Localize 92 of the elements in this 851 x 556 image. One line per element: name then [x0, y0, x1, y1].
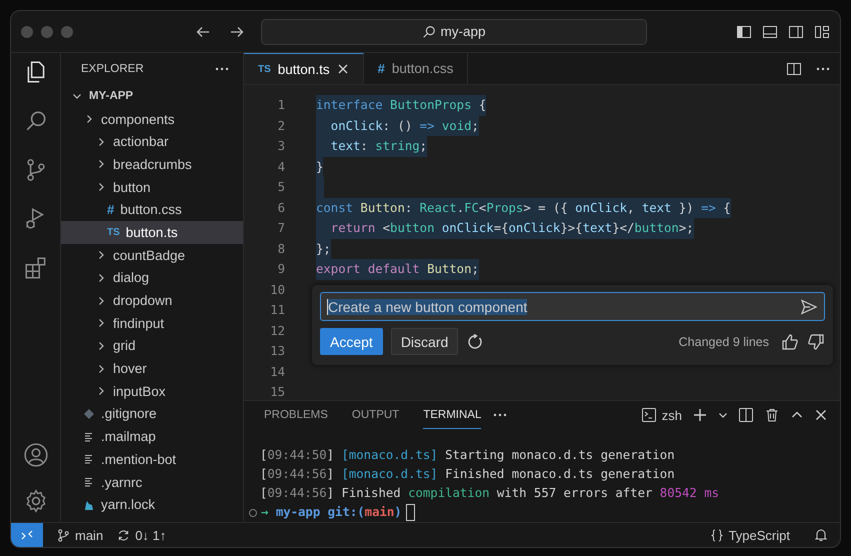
panel-tab[interactable]: TERMINAL	[423, 401, 482, 429]
remote-indicator[interactable]	[11, 523, 43, 547]
line-number: 5	[276, 179, 285, 196]
prompt-input-field[interactable]: Create a new button component	[320, 292, 825, 321]
folder-item[interactable]: countBadge	[61, 244, 243, 266]
line-number: 6	[276, 200, 285, 216]
toggle-secondary-sidebar-icon[interactable]	[788, 24, 804, 40]
line-number: 2	[276, 118, 285, 134]
file-item[interactable]: .yarnrc	[61, 470, 243, 494]
close-icon[interactable]	[336, 63, 349, 75]
editor-tab[interactable]: # button.css	[364, 53, 468, 84]
file-item[interactable]: TS button.ts	[61, 221, 243, 244]
bell-icon[interactable]	[814, 528, 828, 542]
panel-tab[interactable]: PROBLEMS	[264, 401, 328, 429]
plus-icon[interactable]	[692, 407, 708, 423]
line-number: 10	[269, 282, 285, 298]
regenerate-icon[interactable]	[466, 332, 484, 350]
folder-item[interactable]: dropdown	[61, 289, 243, 312]
toggle-sidebar-icon[interactable]	[736, 24, 752, 40]
sync-icon	[117, 528, 130, 542]
editor-tab[interactable]: TS button.ts	[244, 53, 364, 84]
folder-item[interactable]: findinput	[61, 312, 243, 335]
terminal-line: [09:44:50] [monaco.d.ts] Starting monaco.d.ts generation	[259, 447, 676, 464]
file-item[interactable]: .mention-bot	[61, 448, 243, 471]
line-number: 12	[269, 322, 285, 340]
text-lines-icon	[83, 476, 95, 488]
hash-icon: #	[378, 61, 385, 76]
account-icon[interactable]	[22, 442, 48, 468]
change-summary: Changed 9 lines	[678, 334, 769, 348]
trash-icon[interactable]	[764, 407, 780, 423]
terminal-cursor	[406, 504, 415, 521]
folder-item[interactable]: breadcrumbs	[61, 153, 243, 176]
terminal-icon	[640, 407, 657, 423]
folder-item[interactable]: inputBox	[61, 380, 243, 403]
folder-item[interactable]: hover	[61, 357, 243, 380]
line-number: 13	[269, 343, 285, 360]
customize-layout-icon[interactable]	[814, 24, 830, 40]
line-number: 11	[269, 302, 285, 319]
workspace-folder[interactable]: MY-APP	[61, 85, 243, 108]
ts-icon: TS	[107, 226, 120, 238]
branch-indicator[interactable]: main	[57, 528, 104, 542]
prompt-status-icon	[249, 508, 257, 516]
file-item[interactable]: # button.css	[61, 198, 243, 222]
ts-icon: TS	[258, 64, 271, 74]
hash-icon: #	[107, 202, 114, 218]
sync-indicator[interactable]: 0↓ 1↑	[117, 528, 166, 542]
terminal-line: [09:44:56] Finished compilation with 557 errors after 80542 ms	[259, 485, 720, 502]
file-item[interactable]: .mailmap	[61, 425, 243, 448]
language-mode[interactable]: TypeScript	[710, 528, 790, 542]
remote-icon	[21, 529, 33, 541]
extensions-icon[interactable]	[22, 255, 48, 281]
folder-item[interactable]: button	[61, 176, 243, 198]
more-actions-icon[interactable]	[215, 67, 229, 71]
file-item[interactable]: yarn.lock	[61, 493, 243, 516]
folder-item[interactable]: components	[61, 108, 243, 130]
cat-icon	[83, 498, 95, 511]
diamond-icon	[83, 408, 95, 420]
thumbs-down-icon[interactable]	[807, 332, 825, 350]
braces-icon	[710, 528, 724, 542]
chevron-down-icon[interactable]	[718, 410, 728, 420]
line-number: 14	[269, 364, 285, 380]
explorer-title: EXPLORER	[81, 63, 144, 75]
line-number: 4	[276, 158, 285, 176]
folder-item[interactable]: actionbar	[61, 130, 243, 154]
line-number: 15	[269, 384, 285, 400]
panel-tab[interactable]: OUTPUT	[352, 401, 400, 429]
folder-item[interactable]: grid	[61, 334, 243, 358]
line-number: 8	[276, 240, 285, 258]
line-number: 7	[276, 220, 285, 237]
discard-button[interactable]: Discard	[390, 328, 458, 355]
close-icon[interactable]	[814, 408, 828, 422]
send-icon[interactable]	[800, 298, 818, 316]
terminal-shell-selector[interactable]: zsh	[640, 407, 682, 423]
text-lines-icon	[83, 453, 95, 466]
line-number: 3	[276, 138, 285, 155]
more-actions-icon[interactable]	[493, 413, 508, 417]
line-number: 9	[276, 261, 285, 278]
text-lines-icon	[83, 430, 95, 443]
accept-button[interactable]: Accept	[320, 328, 383, 355]
thumbs-up-icon[interactable]	[781, 332, 799, 350]
split-terminal-icon[interactable]	[738, 407, 754, 423]
line-number: 1	[276, 97, 285, 114]
terminal-line: [09:44:56] [monaco.d.ts] Finished monaco.d.ts generation	[259, 466, 676, 483]
command-center-search[interactable]: my-app	[261, 18, 647, 44]
toggle-panel-icon[interactable]	[762, 24, 778, 40]
search-icon	[422, 24, 436, 38]
branch-icon	[57, 528, 70, 542]
split-editor-icon[interactable]	[786, 60, 802, 76]
file-item[interactable]: .gitignore	[61, 402, 243, 426]
more-actions-icon[interactable]	[816, 66, 830, 70]
terminal-prompt: → my-app git:(main)	[261, 504, 402, 521]
folder-item[interactable]: dialog	[61, 266, 243, 290]
